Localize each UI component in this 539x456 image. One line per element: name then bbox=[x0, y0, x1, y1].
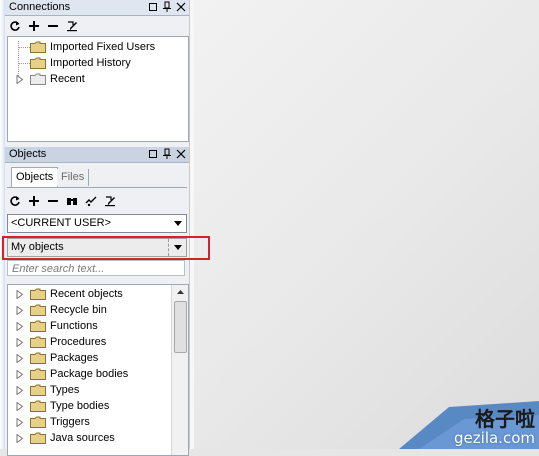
connections-tree[interactable]: Imported Fixed Users Imported History Re… bbox=[7, 36, 189, 142]
remove-icon[interactable] bbox=[47, 20, 59, 32]
folder-icon bbox=[30, 400, 46, 412]
expand-icon[interactable] bbox=[16, 369, 24, 379]
tree-item-label: Java sources bbox=[50, 432, 115, 444]
tree-item[interactable]: Recycle bin bbox=[16, 302, 107, 318]
tree-item-label: Type bodies bbox=[50, 400, 110, 412]
edit-icon[interactable] bbox=[66, 20, 78, 32]
tree-item-label: Recent objects bbox=[50, 288, 123, 300]
tree-item-label: Procedures bbox=[50, 336, 107, 348]
restore-icon[interactable] bbox=[148, 1, 158, 13]
folder-icon bbox=[30, 416, 46, 428]
folder-icon bbox=[30, 368, 46, 380]
filter-select[interactable]: My objects bbox=[7, 238, 187, 257]
tree-item-label: Packages bbox=[50, 352, 99, 364]
objects-tabs: Objects Files bbox=[7, 167, 187, 187]
connections-titlebar: Connections bbox=[5, 0, 189, 16]
objects-tree[interactable]: Recent objects Recycle bin Functions Proced… bbox=[7, 284, 189, 456]
refresh-icon[interactable] bbox=[9, 20, 21, 32]
dropdown-arrow-icon[interactable] bbox=[169, 215, 186, 232]
folder-icon bbox=[30, 352, 46, 364]
side-panel: Connections Imported Fixed Users Importe… bbox=[5, 0, 189, 456]
tree-item[interactable]: Java sources bbox=[16, 430, 115, 446]
expand-icon[interactable] bbox=[16, 417, 24, 427]
tree-item-label: Imported History bbox=[50, 57, 131, 69]
folder-icon bbox=[30, 336, 46, 348]
edit-icon[interactable] bbox=[85, 195, 97, 207]
watermark-url: gezila.com bbox=[454, 429, 535, 447]
tree-item-label: Functions bbox=[50, 320, 98, 332]
remove-icon[interactable] bbox=[47, 195, 59, 207]
folder-icon bbox=[30, 288, 46, 300]
close-icon[interactable] bbox=[176, 1, 186, 13]
tree-item[interactable]: Procedures bbox=[16, 334, 106, 350]
tree-item-label: Imported Fixed Users bbox=[50, 41, 156, 53]
find-icon[interactable] bbox=[66, 195, 78, 207]
folder-icon bbox=[30, 41, 46, 53]
edit-icon[interactable] bbox=[104, 195, 116, 207]
add-icon[interactable] bbox=[28, 20, 40, 32]
tree-item-imported-fixed-users[interactable]: Imported Fixed Users bbox=[30, 39, 155, 55]
tree-item[interactable]: Type bodies bbox=[16, 398, 109, 414]
tree-item-label: Triggers bbox=[50, 416, 90, 428]
close-icon[interactable] bbox=[176, 148, 186, 160]
user-select[interactable]: <CURRENT USER> bbox=[7, 214, 187, 233]
expand-icon[interactable] bbox=[16, 305, 24, 315]
tree-item[interactable]: Triggers bbox=[16, 414, 90, 430]
scrollbar-thumb[interactable] bbox=[174, 301, 187, 353]
tree-item-recent[interactable]: Recent bbox=[16, 71, 85, 87]
user-select-value: <CURRENT USER> bbox=[11, 217, 112, 229]
connections-title: Connections bbox=[9, 1, 71, 13]
watermark-cn: 格子啦 bbox=[475, 407, 535, 431]
tree-item[interactable]: Package bodies bbox=[16, 366, 128, 382]
tree-item[interactable]: Packages bbox=[16, 350, 98, 366]
tree-scrollbar[interactable] bbox=[171, 285, 188, 455]
tree-item-label: Types bbox=[50, 384, 80, 396]
expand-icon[interactable] bbox=[16, 353, 24, 363]
tree-item-label: Package bodies bbox=[50, 368, 129, 380]
filter-select-value: My objects bbox=[11, 241, 64, 253]
folder-icon bbox=[30, 73, 46, 85]
tree-item[interactable]: Recent objects bbox=[16, 286, 123, 302]
watermark: 格子啦 gezila.com bbox=[454, 408, 535, 447]
expand-icon[interactable] bbox=[16, 337, 24, 347]
restore-icon[interactable] bbox=[148, 148, 158, 160]
objects-titlebar: Objects bbox=[5, 147, 189, 163]
tree-item[interactable]: Functions bbox=[16, 318, 98, 334]
search-input[interactable]: Enter search text... bbox=[7, 260, 185, 276]
refresh-icon[interactable] bbox=[9, 195, 21, 207]
expand-icon[interactable] bbox=[16, 74, 24, 84]
add-icon[interactable] bbox=[28, 195, 40, 207]
dropdown-arrow-icon[interactable] bbox=[168, 239, 186, 256]
objects-toolbar bbox=[9, 193, 116, 209]
folder-icon bbox=[30, 320, 46, 332]
tree-item-imported-history[interactable]: Imported History bbox=[30, 55, 131, 71]
folder-icon bbox=[30, 304, 46, 316]
tab-files[interactable]: Files bbox=[57, 169, 90, 186]
expand-icon[interactable] bbox=[16, 401, 24, 411]
expand-icon[interactable] bbox=[16, 385, 24, 395]
expand-icon[interactable] bbox=[16, 433, 24, 443]
pin-icon[interactable] bbox=[162, 148, 172, 160]
folder-icon bbox=[30, 57, 46, 69]
pin-icon[interactable] bbox=[162, 1, 172, 13]
expand-icon[interactable] bbox=[16, 321, 24, 331]
tab-divider bbox=[7, 187, 187, 188]
tab-objects[interactable]: Objects bbox=[11, 167, 59, 187]
expand-icon[interactable] bbox=[16, 289, 24, 299]
folder-icon bbox=[30, 432, 46, 444]
folder-icon bbox=[30, 384, 46, 396]
objects-title: Objects bbox=[9, 148, 47, 160]
connections-toolbar bbox=[9, 18, 78, 34]
tree-item-label: Recent bbox=[50, 73, 85, 85]
tree-item[interactable]: Types bbox=[16, 382, 79, 398]
tree-item-label: Recycle bin bbox=[50, 304, 107, 316]
scroll-up-icon[interactable] bbox=[172, 285, 188, 299]
